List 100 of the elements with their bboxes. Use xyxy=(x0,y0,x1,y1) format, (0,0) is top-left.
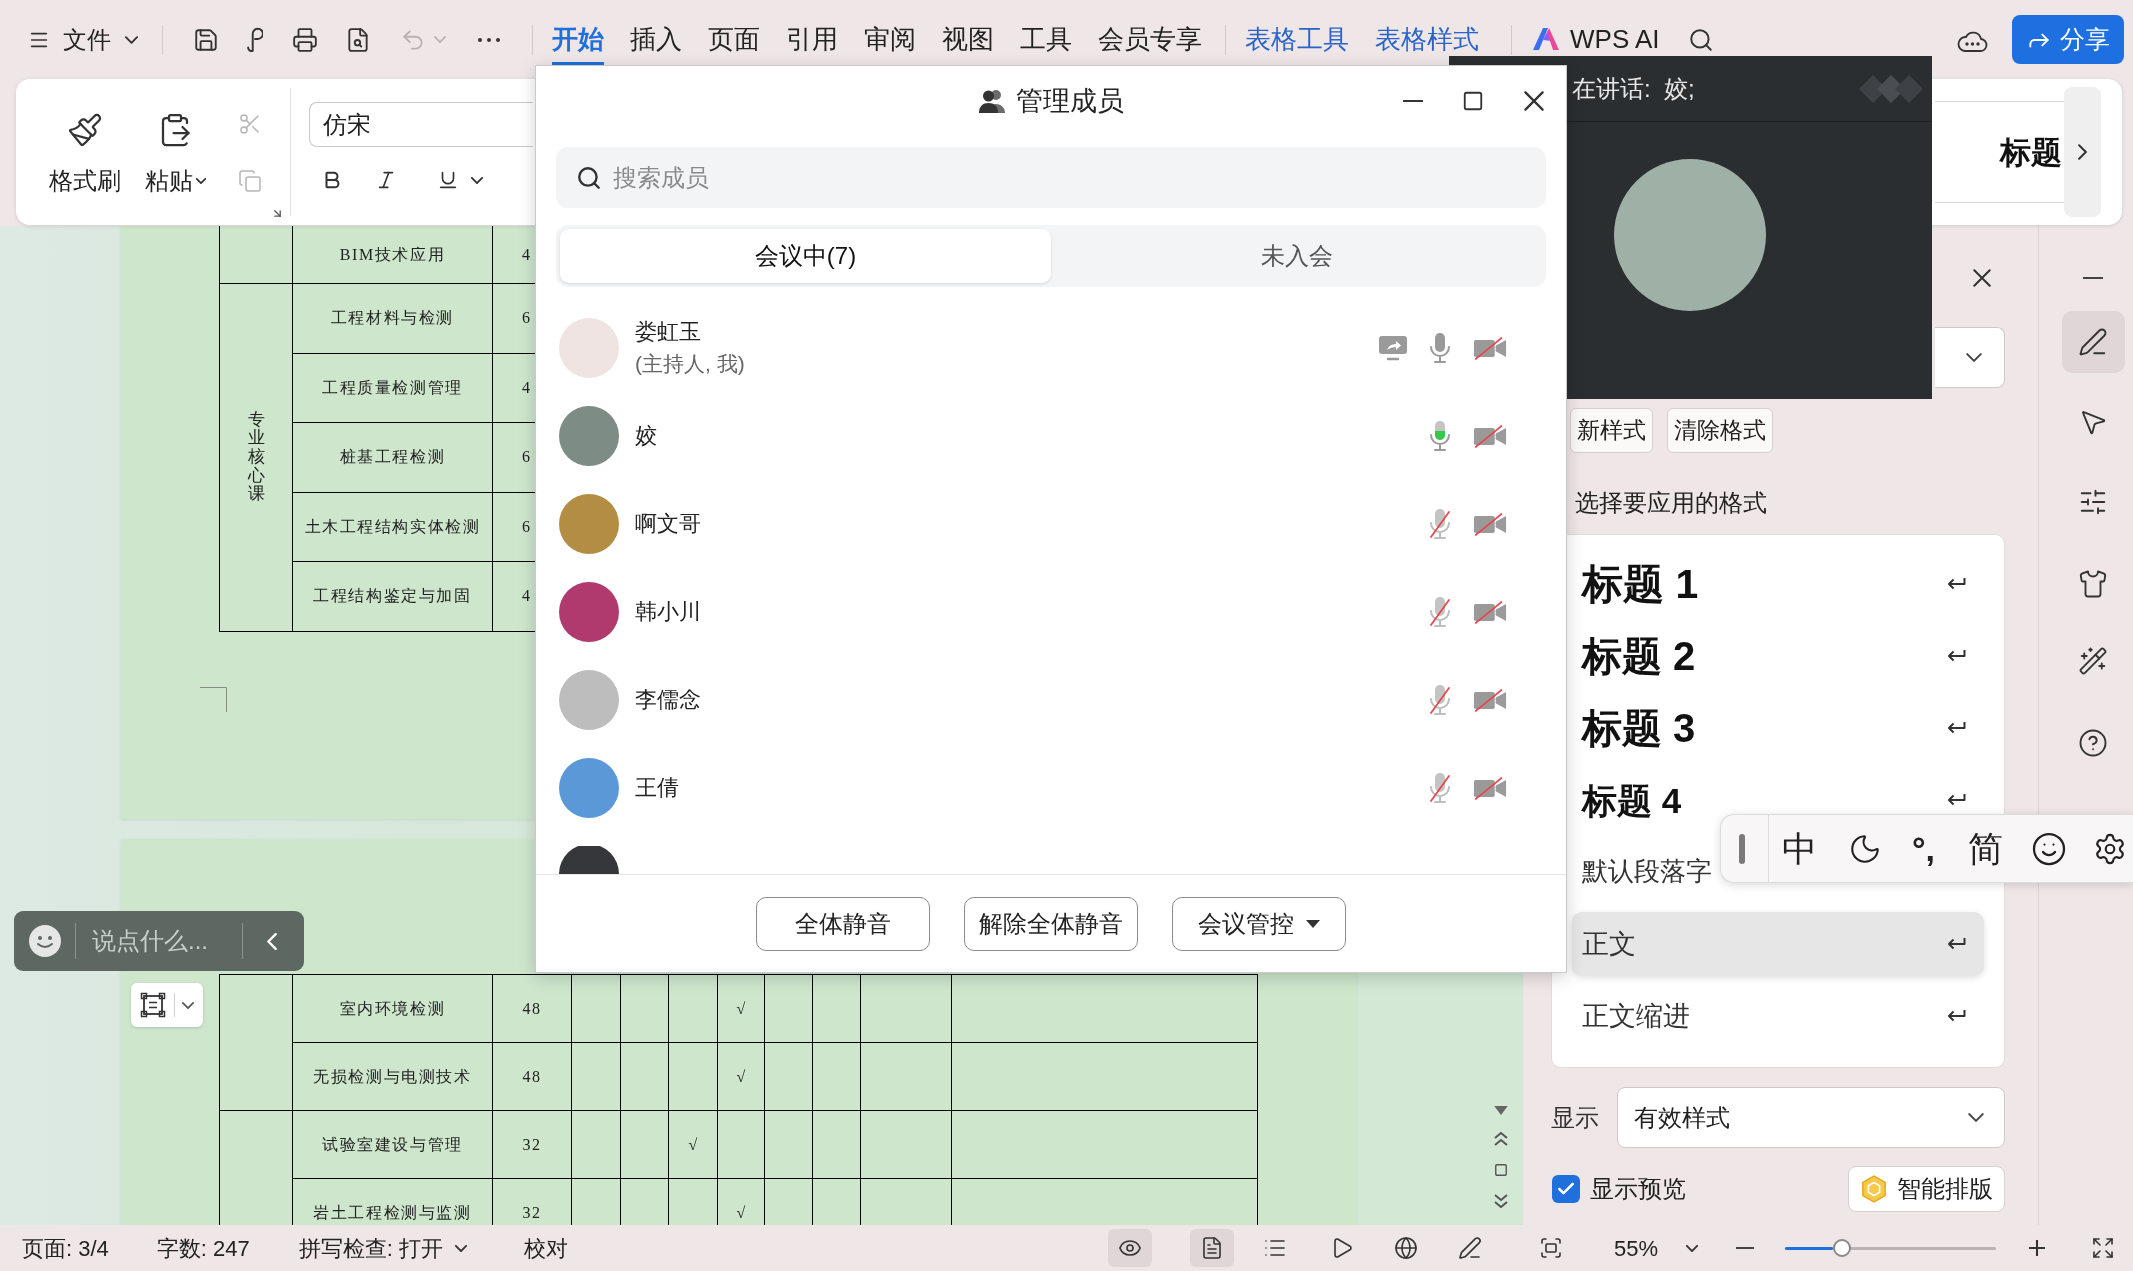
slider-thumb[interactable] xyxy=(1832,1239,1851,1257)
mic-icon[interactable] xyxy=(1428,332,1452,364)
meeting-control-button[interactable]: 会议管控 xyxy=(1172,897,1346,951)
table-cell: √ xyxy=(669,1111,718,1179)
mute-all-button[interactable]: 全体静音 xyxy=(756,897,930,951)
return-icon xyxy=(1946,793,1966,807)
style-item[interactable]: 标题 1 xyxy=(1572,552,1984,616)
style-item[interactable]: 正文 xyxy=(1572,912,1984,976)
new-style-button[interactable]: 新样式 xyxy=(1570,408,1653,453)
minus-icon[interactable] xyxy=(2082,277,2104,279)
unmute-all-button[interactable]: 解除全体静音 xyxy=(964,897,1138,951)
view-mode-button[interactable] xyxy=(1107,1229,1152,1267)
table-cell: 工程结构鉴定与加固 xyxy=(293,562,493,632)
print-icon[interactable] xyxy=(292,26,318,53)
muted-mic-icon[interactable] xyxy=(1428,684,1452,716)
search-field[interactable]: 搜索成员 xyxy=(556,147,1546,208)
muted-mic-icon[interactable] xyxy=(1428,508,1452,540)
frame-tool-button[interactable] xyxy=(131,983,203,1027)
menu-tab[interactable]: 工具 xyxy=(1020,22,1072,56)
font-name-field[interactable]: 仿宋 xyxy=(309,102,533,147)
camera-off-icon[interactable] xyxy=(1473,511,1507,537)
view-mode-button[interactable] xyxy=(1189,1229,1234,1267)
caret-icon[interactable] xyxy=(471,176,483,184)
camera-off-icon[interactable] xyxy=(1473,423,1507,449)
brush-icon xyxy=(67,112,103,148)
square-icon[interactable] xyxy=(1494,1163,1508,1177)
frame-icon xyxy=(140,992,166,1018)
word-count[interactable]: 字数: 247 xyxy=(156,1231,250,1265)
triangle-down-icon[interactable] xyxy=(1494,1106,1508,1115)
zoom-slider[interactable] xyxy=(1785,1239,1996,1257)
member-tab[interactable]: 未入会 xyxy=(1051,229,1542,283)
camera-off-icon[interactable] xyxy=(1473,687,1507,713)
format-painter-button[interactable]: 格式刷 xyxy=(49,112,121,193)
style-item[interactable]: 正文缩进 xyxy=(1572,984,1984,1048)
chat-input-bar[interactable]: 说点什么... xyxy=(14,911,304,971)
table-cell: 48 xyxy=(493,975,572,1043)
paste-button[interactable]: 粘贴 xyxy=(144,112,206,193)
member-tab[interactable]: 会议中(7) xyxy=(560,229,1051,283)
caret-icon xyxy=(195,178,206,184)
collapse-icon[interactable] xyxy=(267,932,277,950)
sidebar-tool[interactable] xyxy=(2061,311,2125,373)
menu-tab[interactable]: 视图 xyxy=(942,22,994,56)
ai-button[interactable]: WPS AI xyxy=(1532,22,1660,56)
style-item[interactable]: 标题 2 xyxy=(1572,624,1984,688)
grip-handle[interactable] xyxy=(1739,833,1745,864)
screen-share-icon[interactable] xyxy=(1378,335,1408,361)
input-mode-toggle[interactable]: 中 xyxy=(1782,831,1817,866)
muted-mic-icon[interactable] xyxy=(1428,772,1452,804)
muted-mic-icon[interactable] xyxy=(1428,596,1452,628)
camera-off-icon[interactable] xyxy=(1473,599,1507,625)
table-cell: 无损检测与电测技术 xyxy=(293,1043,493,1111)
search-input[interactable]: 搜索成员 xyxy=(613,159,1546,196)
launcher-icon[interactable] xyxy=(271,207,284,220)
more-icon[interactable] xyxy=(478,37,500,42)
script-toggle[interactable]: 简 xyxy=(1968,831,2004,866)
smart-layout-button[interactable]: 智能排版 xyxy=(1848,1166,2005,1212)
style-item[interactable]: 标题 3 xyxy=(1572,696,1984,760)
double-chevron-down-icon[interactable] xyxy=(1494,1194,1508,1208)
style-item[interactable]: 标题 4 xyxy=(1572,768,1984,832)
display-dropdown[interactable]: 有效样式 xyxy=(1617,1087,2005,1148)
proofread-button[interactable]: 校对 xyxy=(524,1231,568,1265)
preview-checkbox[interactable] xyxy=(1552,1175,1580,1203)
fit-page-icon[interactable] xyxy=(1538,1236,1563,1260)
menu-tab[interactable]: 插入 xyxy=(630,22,682,56)
mic-icon[interactable] xyxy=(1428,420,1452,452)
table-cell: 工程质量检测管理 xyxy=(293,353,493,423)
camera-off-icon[interactable] xyxy=(1473,775,1507,801)
minimize-icon[interactable] xyxy=(1402,100,1424,102)
camera-off-icon[interactable] xyxy=(1473,335,1507,361)
page-indicator[interactable]: 页面: 3/4 xyxy=(22,1231,109,1265)
spell-check-button[interactable]: 拼写检查: 打开 xyxy=(298,1231,467,1265)
share-button[interactable]: 分享 xyxy=(2012,15,2124,64)
menu-tab[interactable]: 页面 xyxy=(708,22,760,56)
punctuation-toggle[interactable]: °, xyxy=(1912,831,1936,866)
menu-tab[interactable]: 审阅 xyxy=(864,22,916,56)
curl-icon[interactable] xyxy=(247,27,263,52)
menu-tab[interactable]: 会员专享 xyxy=(1098,22,1202,56)
zoom-button[interactable]: 55% xyxy=(1613,1231,1698,1265)
save-icon[interactable] xyxy=(193,26,219,53)
style-item[interactable]: 默认段落字 xyxy=(1572,840,1712,904)
double-chevron-up-icon[interactable] xyxy=(1494,1132,1508,1146)
plus-icon[interactable] xyxy=(2029,1240,2045,1256)
fullscreen-icon[interactable] xyxy=(2091,1236,2115,1260)
maximize-icon[interactable] xyxy=(1462,90,1484,112)
menu-tab[interactable]: 表格样式 xyxy=(1375,22,1479,56)
close-icon[interactable] xyxy=(1973,269,1991,287)
search-icon[interactable] xyxy=(1687,26,1714,53)
menu-tab[interactable]: 引用 xyxy=(786,22,838,56)
chat-input[interactable]: 说点什么... xyxy=(92,923,232,959)
close-icon[interactable] xyxy=(1524,91,1544,111)
underline-icon[interactable] xyxy=(437,169,459,191)
menu-tab[interactable]: 表格工具 xyxy=(1245,22,1349,56)
return-icon xyxy=(1946,649,1966,663)
style-gallery-item[interactable]: 标题 xyxy=(2000,136,2062,168)
clear-format-button[interactable]: 清除格式 xyxy=(1667,408,1773,453)
smiley-icon[interactable] xyxy=(2031,830,2068,867)
member-name: 啊文哥 xyxy=(635,510,701,538)
file-menu[interactable]: 文件 xyxy=(63,21,138,58)
print-preview-icon[interactable] xyxy=(345,26,371,53)
diamond-logo-icon xyxy=(1857,73,1925,104)
